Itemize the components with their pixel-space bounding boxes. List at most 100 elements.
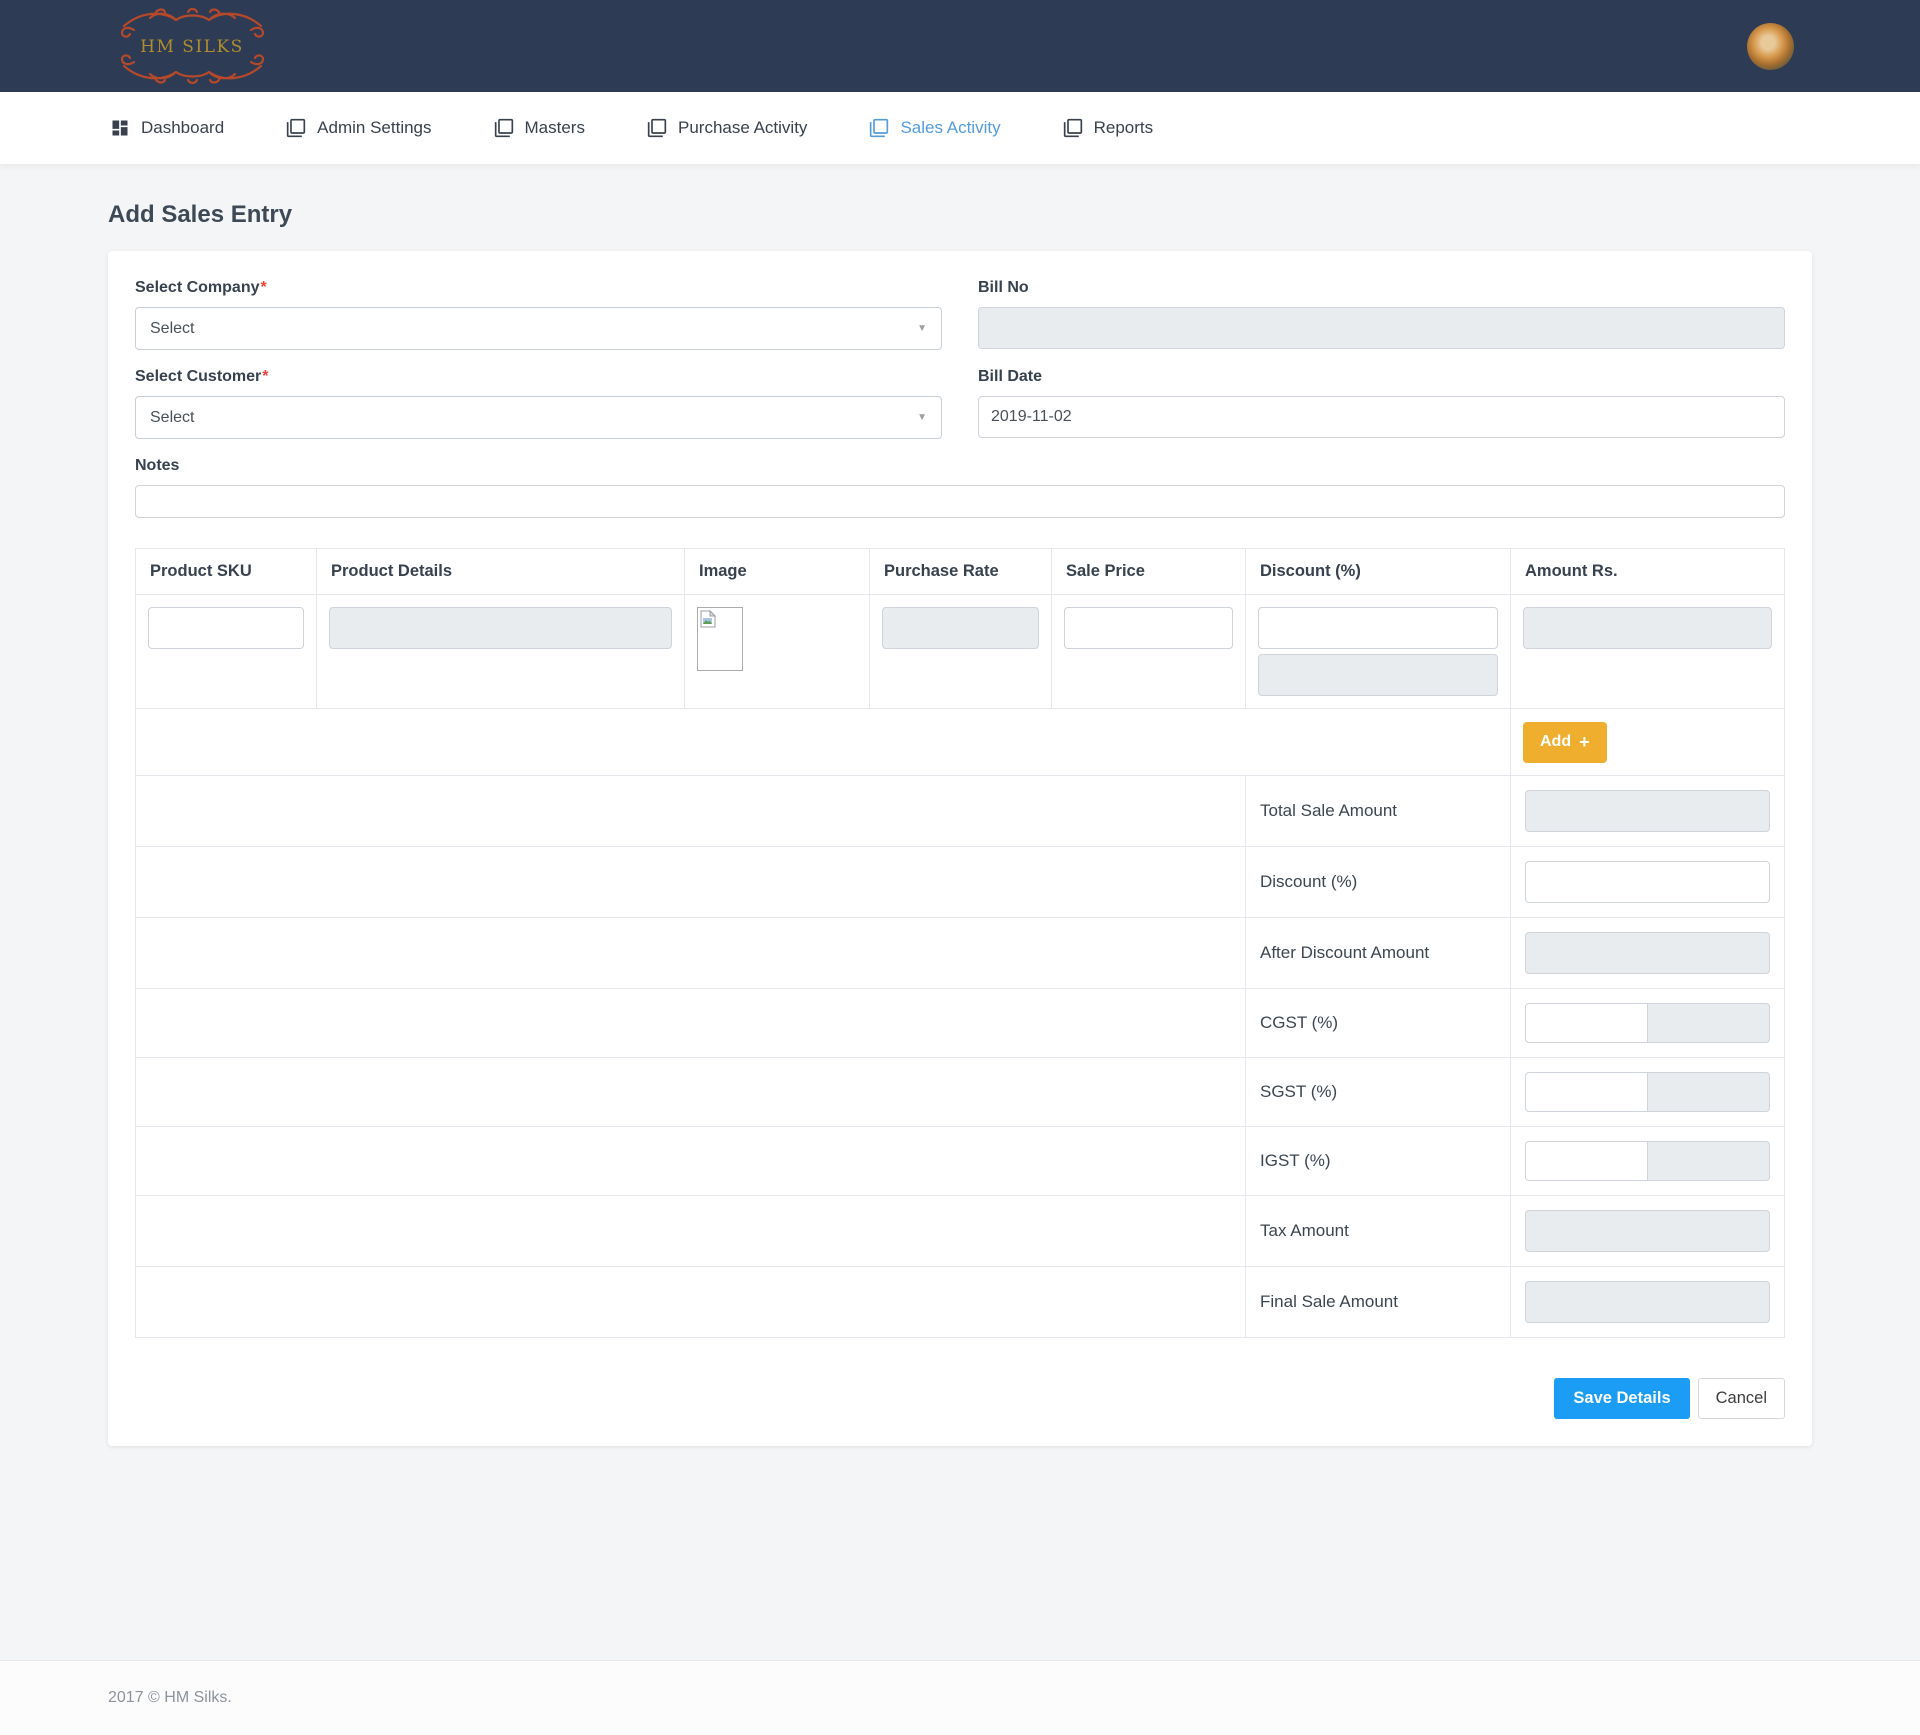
layers-icon — [494, 118, 514, 138]
nav-item-label: Admin Settings — [317, 118, 431, 138]
product-entry-row — [136, 595, 1785, 709]
broken-image-icon — [700, 610, 716, 628]
sgst-amount-display — [1648, 1072, 1771, 1112]
bill-date-input[interactable] — [978, 396, 1785, 438]
tax-amount-label: Tax Amount — [1246, 1196, 1511, 1267]
company-select[interactable]: Select ▼ — [135, 307, 942, 350]
product-image-placeholder — [697, 607, 743, 671]
sgst-input-group — [1525, 1072, 1770, 1112]
layers-icon — [647, 118, 667, 138]
col-image: Image — [685, 549, 870, 595]
bill-no-input — [978, 307, 1785, 349]
required-mark: * — [262, 368, 268, 385]
chevron-down-icon: ▼ — [917, 323, 927, 334]
summary-row-tax-amount: Tax Amount — [136, 1196, 1785, 1267]
col-discount: Discount (%) — [1246, 549, 1511, 595]
total-sale-amount-label: Total Sale Amount — [1246, 776, 1511, 847]
cgst-amount-display — [1648, 1003, 1771, 1043]
customer-label: Select Customer* — [135, 367, 942, 387]
cgst-label: CGST (%) — [1246, 989, 1511, 1058]
products-table: Product SKU Product Details Image Purcha… — [135, 548, 1785, 1338]
nav-item-label: Masters — [525, 118, 585, 138]
igst-percent-input[interactable] — [1525, 1141, 1648, 1181]
summary-row-cgst: CGST (%) — [136, 989, 1785, 1058]
nav-item-label: Sales Activity — [900, 118, 1000, 138]
sgst-percent-input[interactable] — [1525, 1072, 1648, 1112]
field-bill-no: Bill No — [978, 278, 1785, 350]
igst-amount-display — [1648, 1141, 1771, 1181]
main-nav: Dashboard Admin Settings Masters Purchas… — [0, 92, 1920, 165]
col-purchase-rate: Purchase Rate — [870, 549, 1052, 595]
company-select-value: Select — [150, 320, 194, 338]
summary-row-discount: Discount (%) — [136, 847, 1785, 918]
nav-item-sales-activity[interactable]: Sales Activity — [869, 118, 1000, 138]
company-label: Select Company* — [135, 278, 942, 298]
chevron-down-icon: ▼ — [917, 412, 927, 423]
main-content: Add Sales Entry Select Company* Select ▼… — [0, 165, 1920, 1660]
summary-discount-label: Discount (%) — [1246, 847, 1511, 918]
nav-item-masters[interactable]: Masters — [494, 118, 585, 138]
add-button[interactable]: Add + — [1523, 722, 1607, 763]
avatar[interactable] — [1747, 23, 1794, 70]
col-product-details: Product Details — [317, 549, 685, 595]
nav-item-label: Reports — [1094, 118, 1154, 138]
purchase-rate-input — [882, 607, 1039, 649]
igst-input-group — [1525, 1141, 1770, 1181]
field-select-customer: Select Customer* Select ▼ — [135, 367, 942, 439]
copyright-text: 2017 © HM Silks. — [108, 1689, 232, 1707]
after-discount-amount-input — [1525, 932, 1770, 974]
final-sale-amount-input — [1525, 1281, 1770, 1323]
nav-item-purchase-activity[interactable]: Purchase Activity — [647, 118, 807, 138]
page-title: Add Sales Entry — [108, 165, 1812, 251]
col-sale-price: Sale Price — [1052, 549, 1246, 595]
product-details-input — [329, 607, 672, 649]
bill-date-label: Bill Date — [978, 367, 1785, 387]
dashboard-icon — [110, 118, 130, 138]
summary-discount-input[interactable] — [1525, 861, 1770, 903]
layers-icon — [1063, 118, 1083, 138]
customer-select[interactable]: Select ▼ — [135, 396, 942, 439]
table-header-row: Product SKU Product Details Image Purcha… — [136, 549, 1785, 595]
notes-label: Notes — [135, 456, 1785, 476]
bill-no-label: Bill No — [978, 278, 1785, 298]
plus-icon: + — [1579, 732, 1590, 753]
brand-logo: HM SILKS — [110, 4, 275, 88]
footer: 2017 © HM Silks. — [0, 1660, 1920, 1735]
layers-icon — [869, 118, 889, 138]
final-sale-amount-label: Final Sale Amount — [1246, 1267, 1511, 1338]
field-select-company: Select Company* Select ▼ — [135, 278, 942, 350]
summary-row-igst: IGST (%) — [136, 1127, 1785, 1196]
col-product-sku: Product SKU — [136, 549, 317, 595]
topbar: HM SILKS — [0, 0, 1920, 92]
sale-price-input[interactable] — [1064, 607, 1233, 649]
cancel-button[interactable]: Cancel — [1698, 1378, 1785, 1419]
igst-label: IGST (%) — [1246, 1127, 1511, 1196]
tax-amount-input — [1525, 1210, 1770, 1252]
summary-row-total-sale-amount: Total Sale Amount — [136, 776, 1785, 847]
cgst-percent-input[interactable] — [1525, 1003, 1648, 1043]
layers-icon — [286, 118, 306, 138]
discount-amount-input — [1258, 654, 1498, 696]
col-amount: Amount Rs. — [1511, 549, 1785, 595]
summary-row-sgst: SGST (%) — [136, 1058, 1785, 1127]
summary-row-after-discount: After Discount Amount — [136, 918, 1785, 989]
sales-entry-card: Select Company* Select ▼ Bill No Select … — [108, 251, 1812, 1446]
nav-item-dashboard[interactable]: Dashboard — [110, 118, 224, 138]
cgst-input-group — [1525, 1003, 1770, 1043]
notes-input[interactable] — [135, 485, 1785, 518]
nav-item-label: Purchase Activity — [678, 118, 807, 138]
customer-select-value: Select — [150, 409, 194, 427]
after-discount-amount-label: After Discount Amount — [1246, 918, 1511, 989]
discount-percent-input[interactable] — [1258, 607, 1498, 649]
summary-row-final-sale-amount: Final Sale Amount — [136, 1267, 1785, 1338]
form-actions: Save Details Cancel — [135, 1378, 1785, 1419]
amount-rs-input — [1523, 607, 1772, 649]
sales-entry-form: Select Company* Select ▼ Bill No Select … — [135, 278, 1785, 518]
field-notes: Notes — [135, 456, 1785, 518]
nav-item-admin-settings[interactable]: Admin Settings — [286, 118, 431, 138]
nav-item-label: Dashboard — [141, 118, 224, 138]
nav-item-reports[interactable]: Reports — [1063, 118, 1154, 138]
total-sale-amount-input — [1525, 790, 1770, 832]
product-sku-input[interactable] — [148, 607, 304, 649]
save-details-button[interactable]: Save Details — [1554, 1378, 1689, 1419]
